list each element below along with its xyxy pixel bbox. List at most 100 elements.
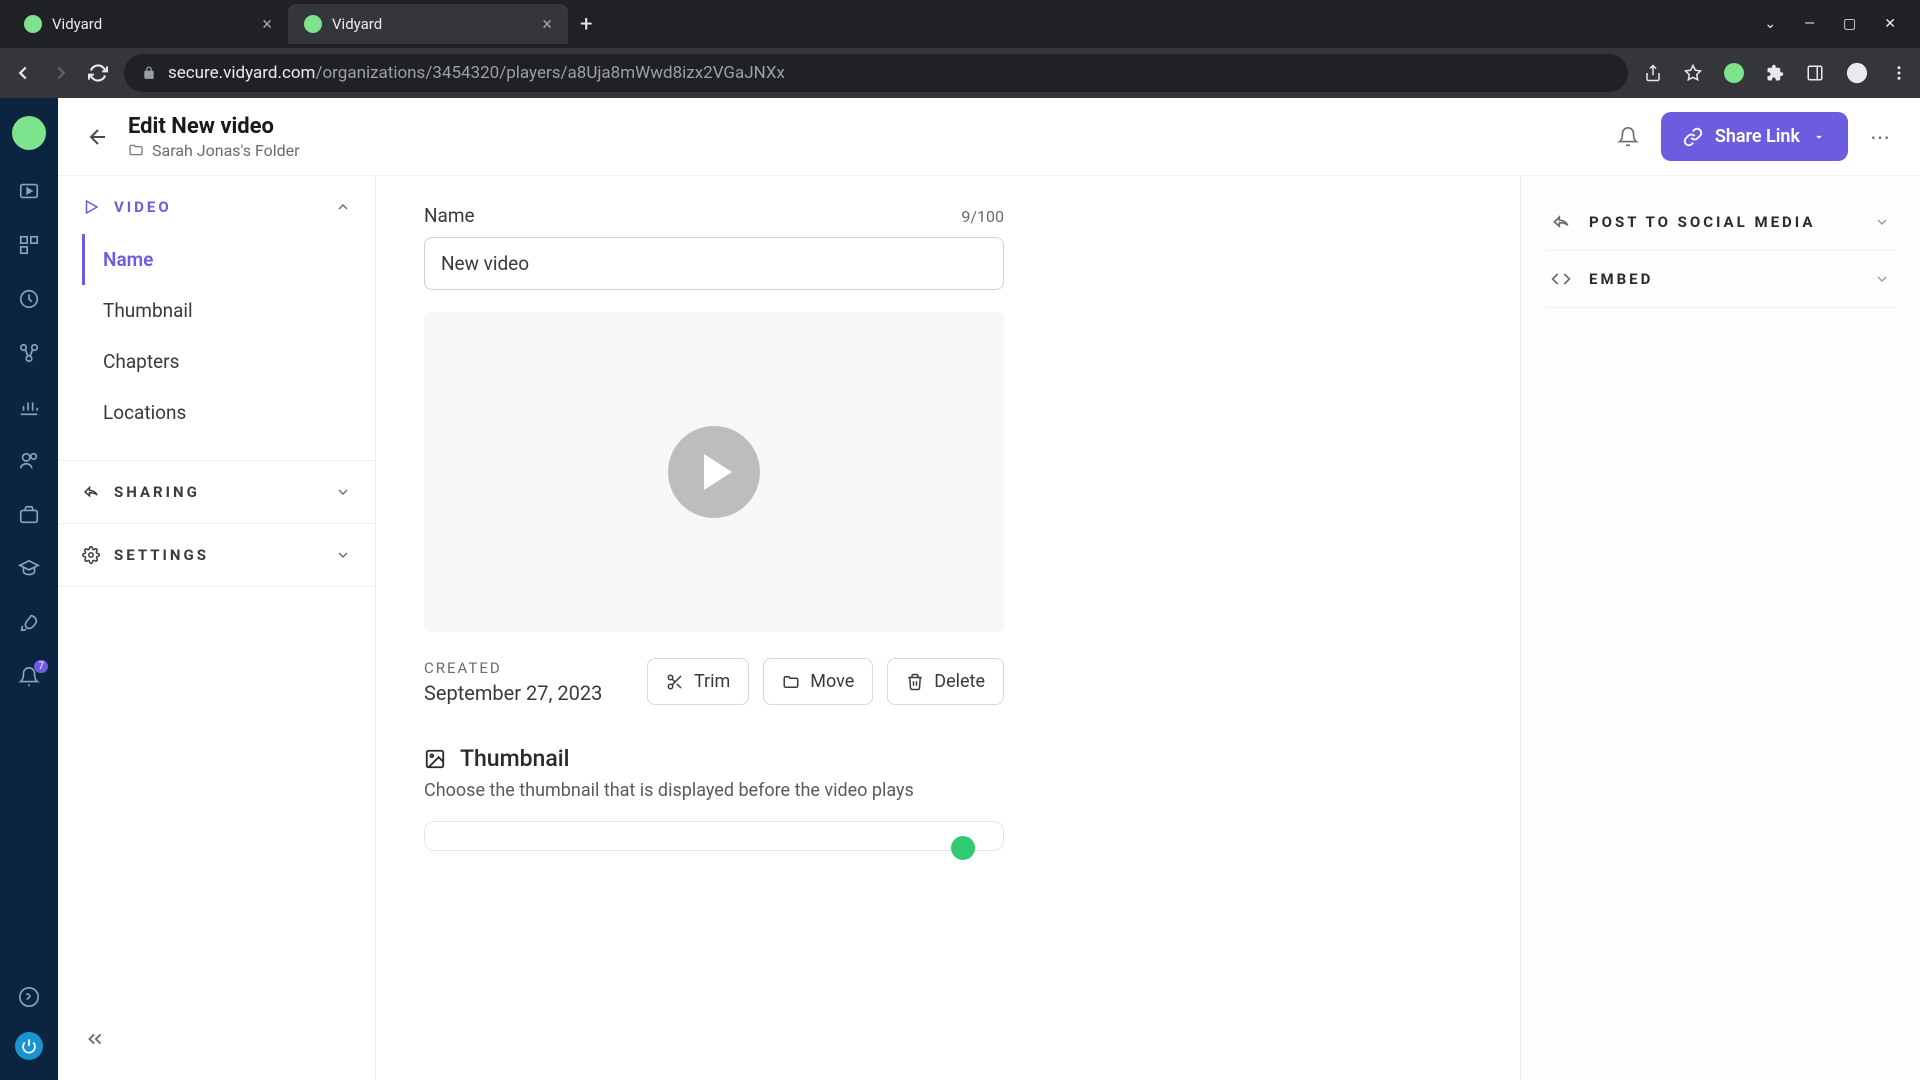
address-bar[interactable]: secure.vidyard.com/organizations/3454320…	[124, 54, 1628, 92]
header-actions: Share Link ⋯	[1617, 112, 1892, 161]
page: Edit New video Sarah Jonas's Folder Shar…	[58, 98, 1920, 1080]
play-icon	[704, 454, 732, 490]
tab-title: Vidyard	[332, 15, 532, 33]
tab-dropdown-icon[interactable]: ⌄	[1764, 16, 1776, 32]
sidebar-item-thumbnail[interactable]: Thumbnail	[82, 285, 351, 336]
nav-bar: secure.vidyard.com/organizations/3454320…	[0, 48, 1920, 98]
sidebar-section-sharing: SHARING	[58, 461, 375, 524]
extensions-icon[interactable]	[1766, 64, 1784, 82]
collapse-sidebar-button[interactable]	[66, 1010, 124, 1068]
menu-icon[interactable]	[1890, 64, 1908, 82]
side-panel-icon[interactable]	[1806, 64, 1824, 82]
rail-library-icon[interactable]	[16, 178, 42, 204]
profile-icon[interactable]	[1846, 62, 1868, 84]
rail-power-icon[interactable]	[15, 1032, 43, 1060]
sidebar-title-video: VIDEO	[114, 198, 321, 216]
trim-button[interactable]: Trim	[647, 658, 749, 705]
browser-tab[interactable]: Vidyard ×	[8, 4, 288, 44]
rail-rocket-icon[interactable]	[16, 610, 42, 636]
move-label: Move	[810, 671, 854, 692]
thumbnail-picker[interactable]	[424, 821, 1004, 851]
trash-icon	[906, 673, 924, 691]
page-title: Edit New video	[128, 114, 300, 139]
thumbnail-section: Thumbnail Choose the thumbnail that is d…	[424, 745, 1004, 851]
chevron-down-icon	[1874, 271, 1890, 287]
share-arrow-icon	[1551, 212, 1571, 232]
new-tab-button[interactable]: +	[580, 12, 592, 37]
gear-icon	[82, 546, 100, 564]
close-window-icon[interactable]: ✕	[1884, 16, 1896, 32]
right-panel: POST TO SOCIAL MEDIA EMBED	[1520, 176, 1920, 1080]
name-field-label: Name	[424, 204, 475, 227]
main-content: Name 9/100 CREATED September 27, 2023	[376, 176, 1520, 1080]
sidebar-header-sharing[interactable]: SHARING	[82, 483, 351, 501]
sidebar-title-sharing: SHARING	[114, 483, 321, 501]
chevron-down-icon	[335, 484, 351, 500]
bell-icon[interactable]	[1617, 126, 1639, 148]
name-input[interactable]	[424, 237, 1004, 290]
browser-tab-active[interactable]: Vidyard ×	[288, 4, 568, 44]
right-panel-post-social[interactable]: POST TO SOCIAL MEDIA	[1545, 194, 1896, 251]
rail-hubs-icon[interactable]	[16, 340, 42, 366]
play-button[interactable]	[668, 426, 760, 518]
thumbnail-description: Choose the thumbnail that is displayed b…	[424, 780, 1004, 801]
sidebar-header-settings[interactable]: SETTINGS	[82, 546, 351, 564]
rail-analytics-icon[interactable]	[16, 394, 42, 420]
sidebar: VIDEO Name Thumbnail Chapters Locations …	[58, 176, 376, 1080]
breadcrumb[interactable]: Sarah Jonas's Folder	[128, 141, 300, 160]
tab-favicon	[24, 15, 42, 33]
tab-title: Vidyard	[52, 15, 252, 33]
maximize-icon[interactable]: ▢	[1843, 16, 1856, 32]
window-controls: ⌄ — ▢ ✕	[1764, 16, 1912, 32]
status-dot	[951, 836, 975, 860]
back-arrow-button[interactable]	[86, 125, 110, 149]
delete-button[interactable]: Delete	[887, 658, 1004, 705]
rail-channels-icon[interactable]	[16, 502, 42, 528]
right-panel-post-social-label: POST TO SOCIAL MEDIA	[1589, 213, 1856, 231]
move-button[interactable]: Move	[763, 658, 873, 705]
sidebar-header-video[interactable]: VIDEO	[82, 198, 351, 216]
sidebar-item-locations[interactable]: Locations	[82, 387, 351, 438]
header-titles: Edit New video Sarah Jonas's Folder	[128, 114, 300, 160]
app-logo[interactable]	[12, 116, 46, 150]
chevron-down-icon	[1812, 130, 1826, 144]
rail-notifications-icon[interactable]: 7	[16, 664, 42, 690]
close-icon[interactable]: ×	[542, 14, 552, 35]
notification-badge: 7	[34, 660, 48, 673]
breadcrumb-text: Sarah Jonas's Folder	[152, 141, 300, 160]
content: VIDEO Name Thumbnail Chapters Locations …	[58, 176, 1920, 1080]
link-icon	[1683, 127, 1703, 147]
chevron-up-icon	[335, 199, 351, 215]
sidebar-item-name[interactable]: Name	[82, 234, 351, 285]
forward-button[interactable]	[50, 62, 72, 84]
right-panel-embed[interactable]: EMBED	[1545, 251, 1896, 308]
created-value: September 27, 2023	[424, 681, 633, 705]
meta-row: CREATED September 27, 2023 Trim Move Del…	[424, 658, 1004, 705]
thumbnail-header: Thumbnail	[424, 745, 1004, 772]
video-preview	[424, 312, 1004, 632]
sidebar-section-settings: SETTINGS	[58, 524, 375, 587]
app-container: 7 Edit New video Sarah Jonas's Folder	[0, 98, 1920, 1080]
rail-insights-icon[interactable]	[16, 286, 42, 312]
back-button[interactable]	[12, 62, 34, 84]
folder-icon	[128, 142, 144, 158]
rail-learn-icon[interactable]	[16, 556, 42, 582]
bookmark-icon[interactable]	[1684, 64, 1702, 82]
reload-button[interactable]	[88, 63, 108, 83]
rail-dashboard-icon[interactable]	[16, 232, 42, 258]
share-link-button[interactable]: Share Link	[1661, 112, 1848, 161]
scissors-icon	[666, 673, 684, 691]
lock-icon	[142, 66, 156, 80]
rail-team-icon[interactable]	[16, 448, 42, 474]
toolbar-icons	[1644, 62, 1908, 84]
rail-help-icon[interactable]	[16, 984, 42, 1010]
tab-bar: Vidyard × Vidyard × + ⌄ — ▢ ✕	[0, 0, 1920, 48]
close-icon[interactable]: ×	[262, 14, 272, 35]
image-icon	[424, 748, 446, 770]
url-text: secure.vidyard.com/organizations/3454320…	[168, 63, 785, 83]
extension-icon[interactable]	[1724, 63, 1744, 83]
sidebar-item-chapters[interactable]: Chapters	[82, 336, 351, 387]
minimize-icon[interactable]: —	[1804, 16, 1815, 32]
more-menu-button[interactable]: ⋯	[1870, 125, 1892, 149]
share-page-icon[interactable]	[1644, 64, 1662, 82]
